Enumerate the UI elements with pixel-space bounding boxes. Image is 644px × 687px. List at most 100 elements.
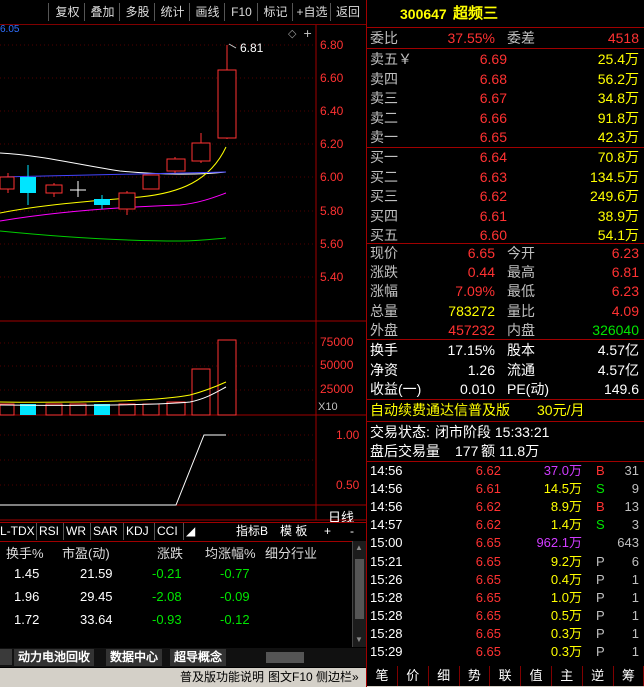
tick-price: 6.65 (475, 644, 501, 659)
bottom-nav-tab[interactable]: 主 (552, 666, 583, 686)
mark-button[interactable]: 标记 (259, 3, 293, 21)
scroll-thumb[interactable] (355, 559, 364, 619)
buy-level-row[interactable]: 买三 6.62 249.6万 (367, 186, 644, 206)
sell-level-row[interactable]: 卖一 6.65 42.3万 (367, 127, 644, 147)
header-change[interactable]: 涨跌 (157, 543, 183, 562)
fundamental-label: PE(动) (507, 381, 549, 398)
buy-level-row[interactable]: 买一 6.64 70.8万 (367, 147, 644, 167)
sell-level-row[interactable]: 卖五￥ 6.69 25.4万 (367, 49, 644, 69)
bottom-nav-tab[interactable]: 细 (429, 666, 460, 686)
template-tab[interactable]: 模 板 (280, 523, 310, 540)
quote-label: 现价 (370, 245, 398, 261)
draw-line-button[interactable]: 画线 (191, 3, 225, 21)
buy-level-label: 买四 (370, 207, 398, 224)
bottom-nav-tab[interactable]: 势 (459, 666, 491, 686)
quote-label: 外盘 (370, 321, 398, 338)
buy-price: 6.61 (479, 207, 507, 224)
cell-turnover: 1.96 (14, 589, 40, 604)
tab-cci[interactable]: CCI (157, 523, 184, 540)
statistics-button[interactable]: 统计 (156, 3, 190, 21)
status-help-link[interactable]: 普及版功能说明 (180, 668, 264, 687)
price-tick: 6.80 (320, 38, 344, 52)
tick-time: 15:29 (370, 644, 403, 659)
tick-volume: 37.0万 (543, 463, 582, 478)
promo-row[interactable]: 自动续费通达信普及版 30元/月 (367, 400, 644, 420)
fuquan-button[interactable]: 复权 (51, 3, 85, 21)
stock-name: 超频三 (453, 5, 499, 22)
bottom-nav-tab[interactable]: 笔 (367, 666, 398, 686)
tab-battery-recycling[interactable]: 动力电池回收 (14, 649, 95, 666)
tab-superconductor[interactable]: 超导概念 (170, 649, 227, 666)
bottom-nav-tab[interactable]: 联 (490, 666, 522, 686)
promo-text[interactable]: 自动续费通达信普及版 (370, 400, 510, 420)
sell-level-label: 卖二 (370, 109, 398, 126)
tick-count: 643 (617, 535, 639, 551)
tick-row: 14:57 6.62 1.4万 S 3 (367, 516, 644, 534)
kline-chart[interactable]: ◇ + (0, 25, 366, 565)
weibi-label: 委比 (370, 30, 398, 46)
tab-scroll-left[interactable] (0, 649, 12, 665)
bottom-nav-tab[interactable]: 价 (398, 666, 429, 686)
tab-wr[interactable]: WR (66, 523, 91, 540)
tick-time: 15:28 (370, 589, 403, 605)
after-hours-amt: 11.8万 (499, 443, 540, 459)
indicator-b-tab[interactable]: 指标B (236, 523, 274, 540)
sell-volume: 34.8万 (597, 90, 639, 107)
header-turnover[interactable]: 换手% (6, 543, 44, 562)
cell-avg: -0.12 (220, 612, 250, 627)
tick-time: 15:26 (370, 571, 403, 587)
back-button[interactable]: 返回 (332, 3, 364, 21)
table-row[interactable]: 1.45 21.59 -0.21 -0.77 (0, 566, 352, 586)
table-row[interactable]: 1.96 29.45 -2.08 -0.09 (0, 589, 352, 609)
header-industry[interactable]: 细分行业 (265, 543, 317, 562)
promo-price[interactable]: 30元/月 (537, 400, 584, 420)
related-stocks-table: 换手% 市盈(动) 涨跌 均涨幅% 细分行业 1.45 21.59 -0.21 … (0, 541, 352, 646)
table-row[interactable]: 1.72 33.64 -0.93 -0.12 (0, 612, 352, 632)
bottom-nav-tab[interactable]: 逆 (583, 666, 614, 686)
bottom-nav-tab[interactable]: 值 (521, 666, 552, 686)
volume-tick: 25000 (320, 382, 354, 396)
header-avg[interactable]: 均涨幅% (205, 543, 256, 562)
bottom-nav-tab[interactable]: 筹 (613, 666, 644, 686)
add-favorite-button[interactable]: +自选 (294, 3, 331, 21)
tick-row: 14:56 6.62 8.9万 B 13 (367, 498, 644, 516)
ma60-line (0, 230, 227, 242)
sell-level-row[interactable]: 卖四 6.68 56.2万 (367, 69, 644, 89)
sell-level-row[interactable]: 卖三 6.67 34.8万 (367, 88, 644, 108)
zoom-out-button[interactable]: - (350, 523, 360, 540)
sell-level-row[interactable]: 卖二 6.66 91.8万 (367, 108, 644, 128)
fundamental-label: 流通 (507, 361, 535, 378)
tab-sar[interactable]: SAR (93, 523, 124, 540)
multi-stock-button[interactable]: 多股 (121, 3, 155, 21)
horizontal-scroll-thumb[interactable] (266, 652, 304, 663)
overlay-button[interactable]: 叠加 (86, 3, 120, 21)
status-sidebar-toggle[interactable]: 侧边栏» (316, 668, 359, 687)
scroll-up-icon[interactable]: ▲ (355, 543, 364, 553)
quote-row: 外盘 457232 内盘 326040 (367, 320, 644, 340)
cell-avg: -0.09 (220, 589, 250, 604)
fundamental-value: 149.6 (603, 381, 639, 398)
quote-row: 涨幅 7.09% 最低 6.23 (367, 281, 644, 301)
status-f10-link[interactable]: 图文F10 (268, 668, 313, 687)
sell-volume: 91.8万 (597, 109, 639, 126)
tick-count: 3 (631, 517, 639, 533)
zoom-in-button[interactable]: + (324, 523, 334, 540)
tab-more-icon[interactable]: ◢ (186, 523, 196, 540)
quote-label: 涨幅 (370, 283, 398, 300)
scroll-down-icon[interactable]: ▼ (355, 635, 364, 645)
tab-ltdx[interactable]: L-TDX (0, 523, 37, 540)
tab-kdj[interactable]: KDJ (126, 523, 155, 540)
quote-panel: 300647 超频三 委比 37.55% 委差 4518 卖五￥ 6.69 25.4… (366, 0, 644, 687)
table-scrollbar[interactable]: ▲ ▼ (352, 541, 366, 647)
tick-volume: 962.1万 (536, 535, 582, 551)
buy-level-row[interactable]: 买四 6.61 38.9万 (367, 206, 644, 226)
tab-data-center[interactable]: 数据中心 (106, 649, 163, 666)
f10-button[interactable]: F10 (226, 3, 258, 21)
tick-side: B (596, 499, 605, 515)
tick-count: 31 (624, 463, 639, 478)
buy-level-row[interactable]: 买二 6.63 134.5万 (367, 167, 644, 187)
weibi-row: 委比 37.55% 委差 4518 (367, 28, 644, 48)
tab-rsi[interactable]: RSI (39, 523, 64, 540)
header-pe[interactable]: 市盈(动) (62, 543, 110, 562)
tick-price: 6.65 (475, 589, 501, 605)
